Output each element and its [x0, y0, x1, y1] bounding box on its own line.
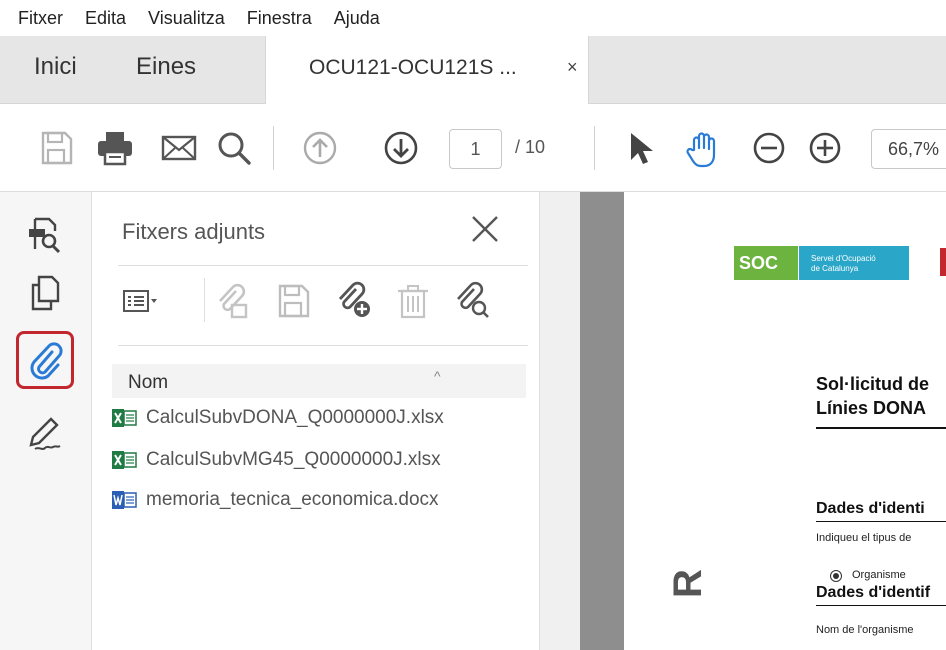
- section-note: Indiqueu el tipus de: [816, 532, 912, 544]
- panel-title: Fitxers adjunts: [122, 219, 266, 244]
- next-page-icon[interactable]: [381, 128, 421, 168]
- panel-divider: [118, 265, 528, 266]
- logo-subtitle-line-1: Servei d'Ocupació: [811, 254, 876, 263]
- radio-label: Organisme: [852, 569, 906, 581]
- prev-page-icon[interactable]: [300, 128, 340, 168]
- signature-icon: [29, 417, 61, 450]
- excel-file-icon: [112, 409, 137, 427]
- sort-indicator: ^: [434, 368, 441, 384]
- tab-document-label: OCU121-OCU121S ...: [309, 56, 517, 79]
- tab-document[interactable]: OCU121-OCU121S ... ×: [265, 36, 589, 104]
- view-options-icon[interactable]: [120, 281, 160, 321]
- section-underline: [816, 521, 946, 522]
- title-underline: [816, 427, 946, 429]
- logo-subtitle-line-2: de Catalunya: [811, 264, 859, 273]
- tab-home[interactable]: Inici: [34, 53, 77, 81]
- section-heading: Dades d'identif: [816, 584, 931, 601]
- soc-logo: SOC: [734, 246, 798, 280]
- word-file-icon: [112, 491, 137, 509]
- document-title-line-2: Línies DONA: [816, 398, 927, 418]
- panel-divider: [118, 345, 528, 346]
- page-total: / 10: [515, 137, 546, 157]
- section-underline: [816, 605, 946, 606]
- attachment-filename: CalculSubvMG45_Q0000000J.xlsx: [146, 449, 441, 470]
- attachment-row[interactable]: memoria_tecnica_economica.docx: [112, 483, 526, 517]
- vertical-watermark-letter: R: [666, 569, 710, 598]
- menu-file[interactable]: Fitxer: [18, 8, 63, 29]
- add-attachment-icon[interactable]: [334, 281, 374, 321]
- attachment-filename: CalculSubvDONA_Q0000000J.xlsx: [146, 407, 444, 428]
- close-tab-icon[interactable]: ×: [567, 57, 578, 78]
- page-number-input[interactable]: 1: [449, 129, 502, 169]
- zoom-in-icon[interactable]: [805, 128, 845, 168]
- tab-tools[interactable]: Eines: [136, 53, 196, 81]
- section-heading: Dades d'identi: [816, 500, 925, 517]
- attachments-button[interactable]: [16, 331, 74, 389]
- excel-file-icon: [112, 451, 137, 469]
- column-header-label: Nom: [128, 372, 169, 393]
- menu-help[interactable]: Ajuda: [334, 8, 380, 29]
- menu-bar: Fitxer Edita Visualitza Finestra Ajuda: [0, 0, 946, 36]
- search-attachment-icon[interactable]: [452, 281, 492, 321]
- panel-toolbar-divider: [204, 278, 205, 322]
- zoom-level-input[interactable]: 66,7%: [871, 129, 946, 169]
- viewer-gutter: [580, 192, 624, 650]
- attachment-filename: memoria_tecnica_economica.docx: [146, 489, 439, 510]
- radio-organisme[interactable]: [830, 570, 842, 582]
- select-cursor-icon[interactable]: [620, 128, 660, 168]
- delete-attachment-icon[interactable]: [393, 281, 433, 321]
- document-title: Sol·licitud de Línies DONA: [816, 372, 946, 420]
- column-header-name[interactable]: Nom ^: [112, 364, 526, 398]
- toolbar-divider: [594, 126, 595, 170]
- menu-edit[interactable]: Edita: [85, 8, 126, 29]
- attachments-icon: [30, 342, 63, 380]
- attachments-panel: Fitxers adjunts Nom ^ CalculSubvDONA_Q00…: [92, 192, 540, 650]
- field-label: Nom de l'organisme: [816, 624, 914, 636]
- export-pdf-icon: [29, 217, 61, 254]
- pages-icon: [31, 275, 60, 311]
- attachment-row[interactable]: CalculSubvMG45_Q0000000J.xlsx: [112, 443, 526, 477]
- save-icon[interactable]: [36, 128, 76, 168]
- zoom-out-icon[interactable]: [749, 128, 789, 168]
- toolbar: 1 / 10 66,7%: [0, 104, 946, 192]
- export-pdf-button[interactable]: [16, 206, 74, 264]
- tab-bar: Inici Eines OCU121-OCU121S ... ×: [0, 36, 946, 104]
- menu-view[interactable]: Visualitza: [148, 8, 225, 29]
- signature-button[interactable]: [16, 404, 74, 462]
- left-navigation-rail: [0, 192, 92, 650]
- soc-logo-subtitle: Servei d'Ocupació de Catalunya: [799, 246, 909, 280]
- open-attachment-icon[interactable]: [214, 281, 254, 321]
- toolbar-divider: [273, 126, 274, 170]
- hand-tool-icon[interactable]: [683, 128, 723, 168]
- pages-button[interactable]: [16, 264, 74, 322]
- print-icon[interactable]: [95, 128, 135, 168]
- document-title-line-1: Sol·licitud de: [816, 374, 930, 394]
- search-icon[interactable]: [214, 128, 254, 168]
- attachment-row[interactable]: CalculSubvDONA_Q0000000J.xlsx: [112, 401, 526, 435]
- save-attachment-icon[interactable]: [273, 281, 313, 321]
- close-panel-icon[interactable]: [468, 212, 502, 246]
- menu-window[interactable]: Finestra: [247, 8, 312, 29]
- email-icon[interactable]: [159, 128, 199, 168]
- generalitat-logo-edge: [940, 248, 946, 276]
